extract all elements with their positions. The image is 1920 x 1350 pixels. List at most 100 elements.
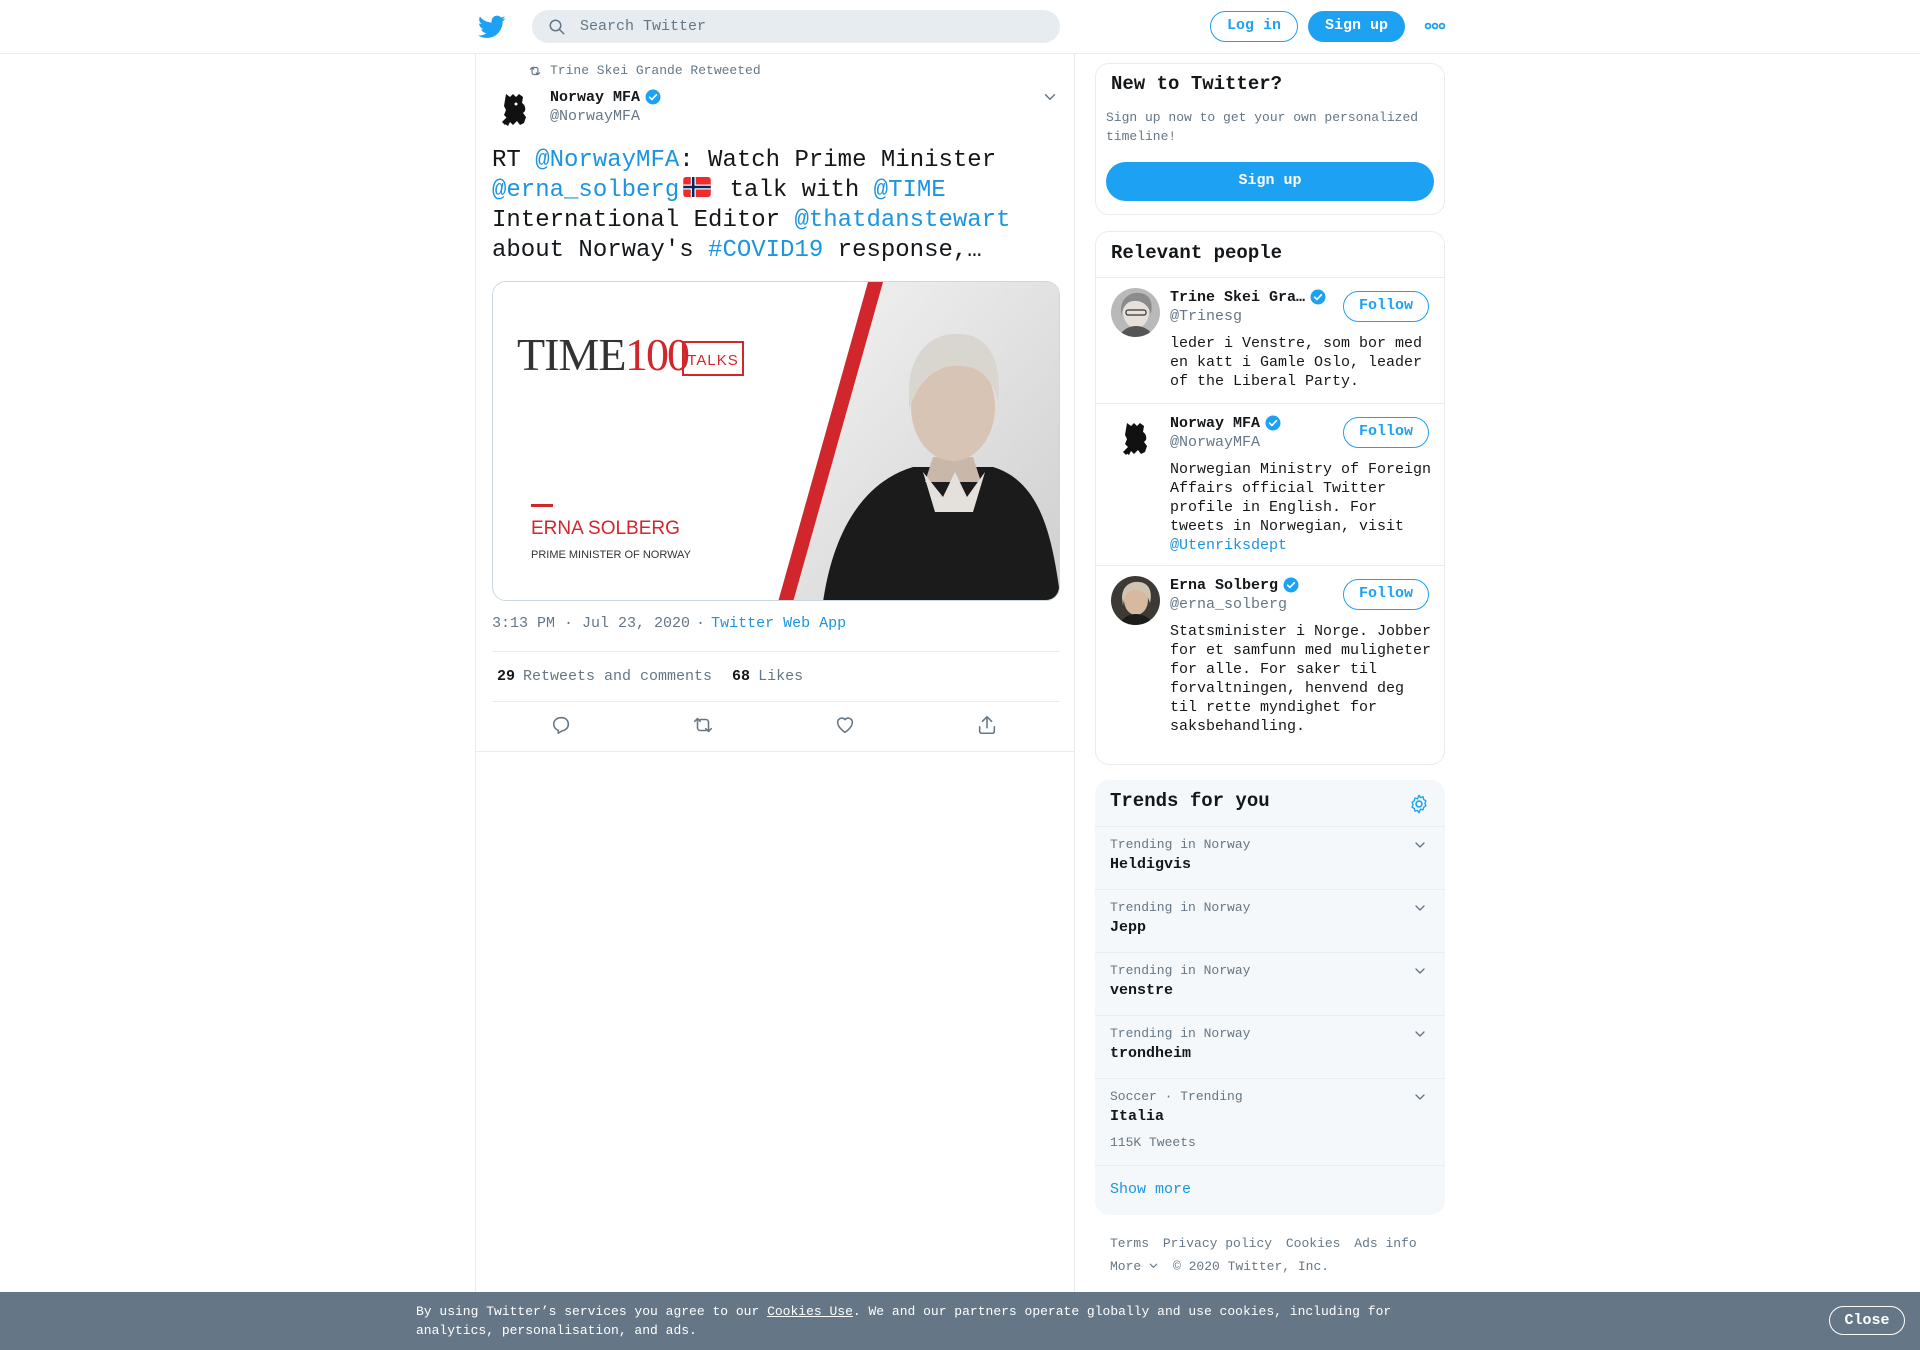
- trend-item[interactable]: Trending in Norway trondheim: [1095, 1015, 1445, 1078]
- talks-label: TALKS: [687, 352, 738, 369]
- tweet-text-part: International Editor: [492, 207, 795, 234]
- footer-privacy-link[interactable]: Privacy policy: [1163, 1236, 1272, 1251]
- trend-context: Trending in Norway: [1110, 900, 1251, 915]
- trend-name[interactable]: Italia: [1110, 1108, 1164, 1125]
- trend-name[interactable]: trondheim: [1110, 1045, 1191, 1062]
- person-name[interactable]: Erna Solberg: [1170, 576, 1300, 594]
- footer-cookies-link[interactable]: Cookies: [1286, 1236, 1341, 1251]
- retweets-label: Retweets and comments: [523, 668, 713, 685]
- retweet-action-icon[interactable]: [692, 714, 714, 736]
- share-icon[interactable]: [976, 714, 998, 736]
- person-bio-text: Norwegian Ministry of Foreign Affairs of…: [1170, 461, 1432, 535]
- person-name-text[interactable]: Norway MFA: [1170, 415, 1260, 432]
- footer-copyright: © 2020 Twitter, Inc.: [1173, 1259, 1330, 1274]
- person-handle[interactable]: @erna_solberg: [1170, 596, 1287, 613]
- trend-context: Trending in Norway: [1110, 963, 1251, 978]
- mention-link[interactable]: @TIME: [874, 177, 946, 204]
- trend-context: Trending in Norway: [1110, 837, 1251, 852]
- cookies-use-link[interactable]: Cookies Use: [767, 1304, 853, 1319]
- chevron-down-icon[interactable]: [1041, 88, 1059, 106]
- person-handle[interactable]: @NorwayMFA: [1170, 434, 1260, 451]
- time100-talks-card: TIME 100 TALKS ERNA SOLBERG PRIME MINIST…: [493, 282, 1059, 600]
- trend-name[interactable]: venstre: [1110, 982, 1173, 999]
- person-item[interactable]: Erna Solberg @erna_solberg Follow Statsm…: [1096, 565, 1444, 765]
- person-item[interactable]: Trine Skei Gra… @Trinesg Follow leder i …: [1096, 277, 1444, 403]
- trend-item[interactable]: Trending in Norway Heldigvis: [1095, 826, 1445, 889]
- tweet-meta: 3:13 PM · Jul 23, 2020 · Twitter Web App: [492, 615, 846, 632]
- mention-link[interactable]: @NorwayMFA: [535, 147, 679, 174]
- person-name-text[interactable]: Trine Skei Gra…: [1170, 289, 1305, 306]
- author-handle[interactable]: @NorwayMFA: [550, 108, 640, 125]
- trend-name[interactable]: Jepp: [1110, 919, 1146, 936]
- like-heart-icon[interactable]: [834, 714, 856, 736]
- verified-badge-icon: [1310, 289, 1326, 305]
- show-more-link[interactable]: Show more: [1110, 1181, 1191, 1198]
- footer-more-menu[interactable]: More: [1110, 1259, 1159, 1274]
- verified-badge-icon: [1283, 577, 1299, 593]
- person-bio: Statsminister i Norge. Jobber for et sam…: [1170, 623, 1432, 735]
- author-name[interactable]: Norway MFA: [550, 88, 662, 106]
- trend-name[interactable]: Heldigvis: [1110, 856, 1191, 873]
- trend-context: Trending in Norway: [1110, 1026, 1251, 1041]
- time-logo-text: TIME: [517, 329, 625, 380]
- twitter-bird-icon[interactable]: [478, 13, 506, 41]
- person-item[interactable]: Norway MFA @NorwayMFA Follow Norwegian M…: [1096, 403, 1444, 565]
- time-100-text: 100: [625, 329, 689, 380]
- more-options-icon[interactable]: [1424, 18, 1446, 34]
- person-name[interactable]: Norway MFA: [1170, 414, 1282, 432]
- chevron-down-icon[interactable]: [1412, 1026, 1428, 1042]
- person-bio: leder i Venstre, som bor med en katt i G…: [1170, 335, 1423, 390]
- person-name-text[interactable]: Erna Solberg: [1170, 577, 1278, 594]
- trend-item[interactable]: Trending in Norway venstre: [1095, 952, 1445, 1015]
- footer-terms-link[interactable]: Terms: [1110, 1236, 1149, 1251]
- gear-icon[interactable]: [1408, 793, 1430, 815]
- close-cookie-button[interactable]: Close: [1829, 1306, 1905, 1335]
- avatar[interactable]: [1111, 288, 1160, 337]
- avatar[interactable]: [1111, 414, 1160, 463]
- cookie-text-part: By using Twitter’s services you agree to…: [416, 1304, 768, 1319]
- signup-button[interactable]: Sign up: [1308, 11, 1405, 42]
- author-name-text[interactable]: Norway MFA: [550, 89, 640, 106]
- footer-ads-link[interactable]: Ads info: [1354, 1236, 1416, 1251]
- verified-badge-icon: [1265, 415, 1281, 431]
- divider: [476, 751, 1074, 752]
- trend-item[interactable]: Soccer · Trending Italia 115K Tweets: [1095, 1078, 1445, 1165]
- search-input[interactable]: [580, 10, 1040, 43]
- source-app-link[interactable]: Twitter Web App: [711, 615, 846, 632]
- likes-label: Likes: [758, 668, 804, 685]
- chevron-down-icon[interactable]: [1412, 900, 1428, 916]
- tweet-media-image[interactable]: TIME 100 TALKS ERNA SOLBERG PRIME MINIST…: [492, 281, 1060, 601]
- chevron-down-icon[interactable]: [1412, 1089, 1428, 1105]
- mention-link[interactable]: @thatdanstewart: [794, 207, 1010, 234]
- media-person-name: ERNA SOLBERG: [531, 518, 680, 539]
- retweets-stat[interactable]: 29 Retweets and comments: [497, 668, 712, 685]
- tweet-text-part: about Norway's: [492, 237, 709, 264]
- trend-item[interactable]: Trending in Norway Jepp: [1095, 889, 1445, 952]
- follow-button[interactable]: Follow: [1343, 291, 1429, 322]
- person-handle[interactable]: @Trinesg: [1170, 308, 1242, 325]
- likes-count: 68: [732, 668, 751, 685]
- sidebar-signup-button[interactable]: Sign up: [1106, 162, 1434, 201]
- tweet-timestamp[interactable]: 3:13 PM · Jul 23, 2020: [492, 615, 690, 632]
- search-box[interactable]: [532, 10, 1060, 43]
- cookie-text: By using Twitter’s services you agree to…: [416, 1302, 1406, 1340]
- retweeted-by-text[interactable]: Trine Skei Grande Retweeted: [550, 63, 761, 78]
- bio-mention-link[interactable]: @Utenriksdept: [1170, 537, 1287, 554]
- avatar[interactable]: [1111, 576, 1160, 625]
- login-button[interactable]: Log in: [1210, 11, 1298, 42]
- trend-tweet-count: 115K Tweets: [1110, 1135, 1196, 1150]
- retweets-count: 29: [497, 668, 516, 685]
- follow-button[interactable]: Follow: [1343, 417, 1429, 448]
- chevron-down-icon[interactable]: [1412, 963, 1428, 979]
- follow-button[interactable]: Follow: [1343, 579, 1429, 610]
- mention-link[interactable]: @erna_solberg: [492, 177, 679, 204]
- verified-badge-icon: [645, 89, 661, 105]
- reply-icon[interactable]: [550, 714, 572, 736]
- chevron-down-icon: [1149, 1263, 1158, 1268]
- chevron-down-icon[interactable]: [1412, 837, 1428, 853]
- cookie-banner: By using Twitter’s services you agree to…: [0, 1292, 1920, 1350]
- likes-stat[interactable]: 68 Likes: [732, 668, 803, 685]
- hashtag-link[interactable]: #COVID19: [708, 237, 823, 264]
- author-avatar[interactable]: [492, 86, 538, 132]
- person-name[interactable]: Trine Skei Gra…: [1170, 288, 1327, 306]
